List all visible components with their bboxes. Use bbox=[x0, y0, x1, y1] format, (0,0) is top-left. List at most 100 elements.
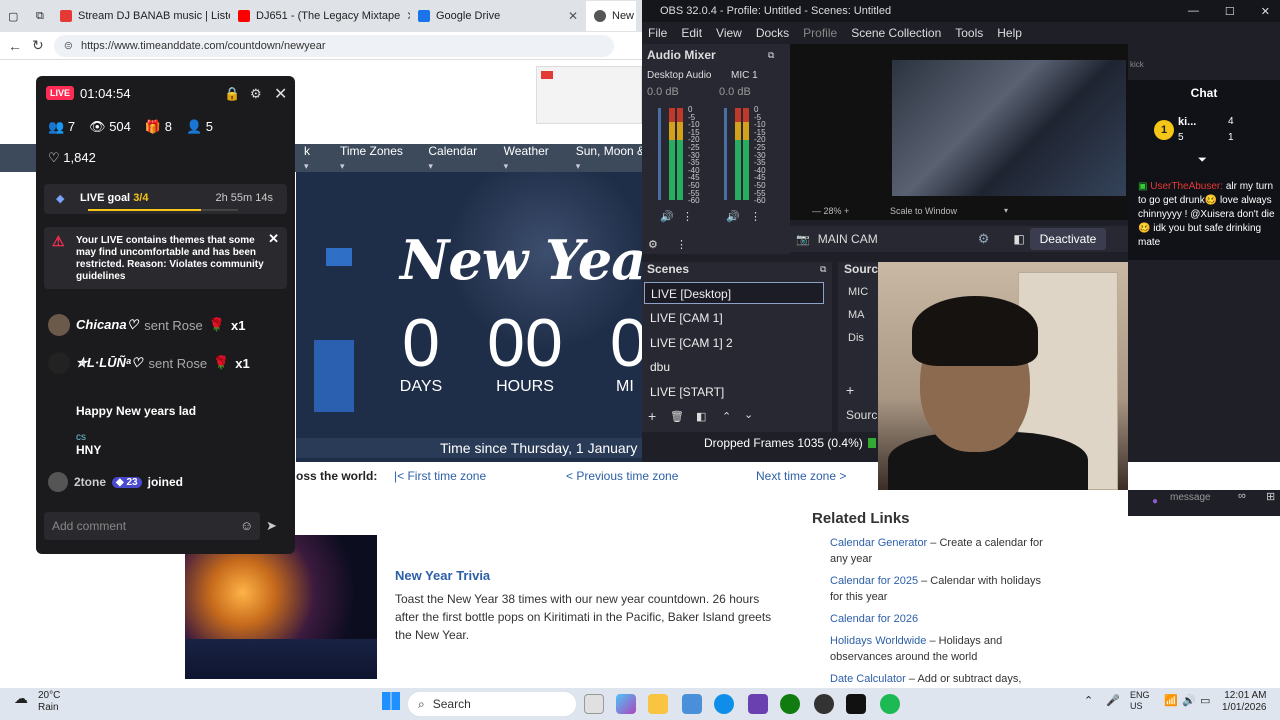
chevron-up-icon[interactable]: ⌃ bbox=[1084, 694, 1093, 707]
deactivate-button[interactable]: Deactivate bbox=[1030, 228, 1106, 250]
source-item[interactable]: MIC bbox=[848, 286, 868, 298]
filter-icon[interactable]: ⏷ bbox=[1198, 154, 1207, 167]
filters-icon[interactable]: ◧ bbox=[696, 410, 706, 423]
nav-item-weather[interactable]: Weather bbox=[504, 144, 552, 172]
related-link[interactable]: Date Calculator bbox=[830, 673, 906, 685]
edge-icon[interactable] bbox=[714, 694, 734, 714]
add-comment-input[interactable]: Add comment bbox=[44, 512, 260, 540]
site-info-icon[interactable]: ⊜ bbox=[64, 39, 73, 52]
back-icon[interactable]: ← bbox=[8, 38, 22, 54]
speaker-icon[interactable]: 🔊 bbox=[726, 210, 740, 223]
scene-item[interactable]: LIVE [START] bbox=[644, 381, 824, 403]
menu-edit[interactable]: Edit bbox=[681, 26, 702, 40]
taskbar-search[interactable]: ⌕ Search bbox=[408, 692, 576, 716]
app-icon[interactable] bbox=[748, 694, 768, 714]
scene-item[interactable]: dbu bbox=[644, 356, 824, 378]
lock-icon[interactable]: 🔒 bbox=[224, 86, 240, 102]
trivia-title[interactable]: New Year Trivia bbox=[395, 568, 490, 583]
menu-profile[interactable]: Profile bbox=[803, 26, 837, 40]
speaker-icon[interactable]: 🔊 bbox=[660, 210, 674, 223]
reload-icon[interactable]: ↻ bbox=[32, 37, 44, 54]
close-icon[interactable]: ✕ bbox=[568, 9, 578, 23]
volume-slider[interactable] bbox=[724, 108, 727, 200]
top-user[interactable]: ki... bbox=[1178, 116, 1196, 128]
scale-mode[interactable]: Scale to Window bbox=[890, 206, 957, 216]
tab-youtube[interactable]: DJ651 - (The Legacy Mixtape ✕ bbox=[230, 1, 410, 31]
tab-actions-icon[interactable]: ▢ bbox=[0, 1, 28, 31]
joined-user[interactable]: 2tone bbox=[74, 475, 106, 489]
gift-sender[interactable]: ✮L·LŪÑᵃ♡ bbox=[76, 355, 143, 371]
tab-audiomack[interactable]: Stream DJ BANAB music | Listen to ✕ bbox=[52, 1, 230, 31]
filters-icon[interactable]: ◧ bbox=[1013, 232, 1024, 246]
gear-icon[interactable]: ⚙ bbox=[648, 238, 658, 251]
chevron-down-icon[interactable]: ⌄ bbox=[744, 408, 753, 421]
battery-icon[interactable]: ▭ bbox=[1200, 694, 1210, 707]
volume-slider[interactable] bbox=[658, 108, 661, 200]
volume-icon[interactable]: 🔊 bbox=[1182, 694, 1196, 707]
more-icon[interactable]: ⋮ bbox=[750, 210, 761, 223]
chevron-down-icon[interactable]: ▾ bbox=[1004, 206, 1008, 215]
windows-icon[interactable] bbox=[382, 692, 400, 710]
ad-banner[interactable] bbox=[536, 66, 642, 124]
microphone-icon[interactable]: 🎤 bbox=[1106, 694, 1120, 707]
tab-timeanddate[interactable]: New bbox=[586, 1, 636, 31]
dock-icon[interactable]: ⧉ bbox=[820, 264, 826, 275]
related-link[interactable]: Holidays Worldwide bbox=[830, 635, 926, 647]
settings-icon[interactable]: ⚙ bbox=[250, 86, 262, 102]
maximize-icon[interactable]: ☐ bbox=[1225, 5, 1235, 18]
avatar[interactable] bbox=[48, 352, 70, 374]
scene-item[interactable]: LIVE [CAM 1] 2 bbox=[644, 332, 824, 354]
url-field[interactable]: ⊜ https://www.timeanddate.com/countdown/… bbox=[53, 34, 614, 57]
wifi-icon[interactable]: 📶 bbox=[1164, 694, 1178, 707]
nav-item-time-zones[interactable]: Time Zones bbox=[340, 144, 404, 172]
scene-item[interactable]: LIVE [CAM 1] bbox=[644, 307, 824, 329]
close-icon[interactable]: ✕ bbox=[274, 84, 287, 104]
language-indicator[interactable]: ENG US bbox=[1130, 690, 1150, 712]
chat-user[interactable]: UserTheAbuser: bbox=[1150, 181, 1223, 192]
task-view-icon[interactable] bbox=[584, 694, 604, 714]
obs-icon[interactable] bbox=[814, 694, 834, 714]
scene-item[interactable]: LIVE [Desktop] bbox=[644, 282, 824, 304]
tab-list-icon[interactable]: ⧉ bbox=[28, 1, 52, 31]
nav-item-partial[interactable]: k bbox=[304, 144, 316, 172]
nav-item-calendar[interactable]: Calendar bbox=[428, 144, 479, 172]
send-icon[interactable]: ➤ bbox=[266, 518, 277, 534]
minimize-icon[interactable]: — bbox=[1188, 5, 1199, 18]
dock-icon[interactable]: ⧉ bbox=[768, 50, 774, 61]
emote-icon[interactable]: ∞ bbox=[1238, 490, 1246, 502]
menu-tools[interactable]: Tools bbox=[955, 26, 983, 40]
sources-tab[interactable]: Sourc bbox=[846, 408, 877, 422]
live-goal[interactable]: ◆ LIVE goal 3/4 2h 55m 14s bbox=[44, 184, 287, 214]
source-item[interactable]: Dis bbox=[848, 332, 864, 344]
menu-scene-collection[interactable]: Scene Collection bbox=[851, 26, 941, 40]
add-icon[interactable]: + bbox=[648, 408, 656, 424]
more-icon[interactable]: ⋮ bbox=[682, 210, 693, 223]
close-icon[interactable]: ✕ bbox=[268, 232, 279, 245]
spotify-icon[interactable] bbox=[880, 694, 900, 714]
chat-input[interactable]: message bbox=[1170, 492, 1211, 503]
comment-user[interactable]: cs bbox=[76, 432, 101, 443]
related-link[interactable]: Calendar for 2026 bbox=[830, 613, 918, 625]
source-item[interactable]: MA bbox=[848, 309, 865, 321]
menu-help[interactable]: Help bbox=[997, 26, 1022, 40]
chevron-up-icon[interactable]: ⌃ bbox=[722, 410, 731, 423]
tiktok-icon[interactable] bbox=[846, 694, 866, 714]
menu-docks[interactable]: Docks bbox=[756, 26, 789, 40]
avatar[interactable] bbox=[48, 314, 70, 336]
weather-widget[interactable]: ☁ 20°C Rain bbox=[14, 690, 60, 714]
previous-time-zone-link[interactable]: < Previous time zone bbox=[566, 469, 756, 483]
menu-view[interactable]: View bbox=[716, 26, 742, 40]
avatar[interactable] bbox=[48, 472, 68, 492]
gear-icon[interactable]: ⚙ bbox=[978, 231, 990, 247]
next-time-zone-link[interactable]: Next time zone > bbox=[756, 469, 846, 483]
menu-file[interactable]: File bbox=[648, 26, 667, 40]
nav-item-sun-moon[interactable]: Sun, Moon & bbox=[576, 144, 646, 172]
copilot-icon[interactable] bbox=[616, 694, 636, 714]
gift-sender[interactable]: Chicana♡ bbox=[76, 317, 138, 333]
related-link[interactable]: Calendar Generator bbox=[830, 537, 927, 549]
more-icon[interactable]: ⋮ bbox=[676, 238, 687, 251]
add-icon[interactable]: + bbox=[846, 382, 854, 398]
file-explorer-icon[interactable] bbox=[648, 694, 668, 714]
trash-icon[interactable]: 🗑 bbox=[670, 410, 684, 423]
first-time-zone-link[interactable]: |< First time zone bbox=[394, 469, 566, 483]
